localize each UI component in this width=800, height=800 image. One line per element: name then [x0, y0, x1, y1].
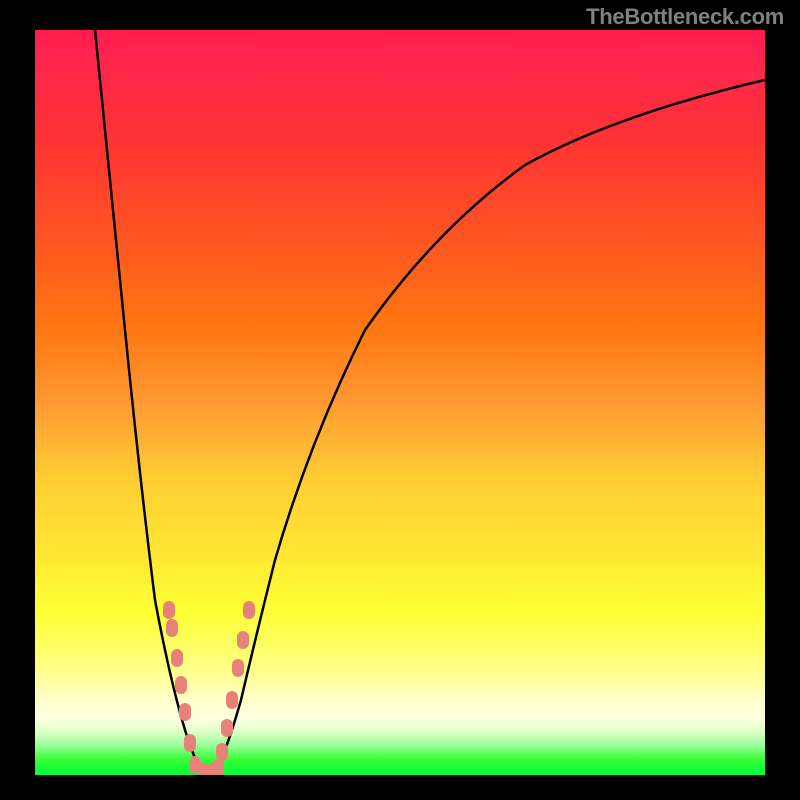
watermark-text: TheBottleneck.com [586, 4, 784, 30]
chart-frame [0, 0, 800, 800]
